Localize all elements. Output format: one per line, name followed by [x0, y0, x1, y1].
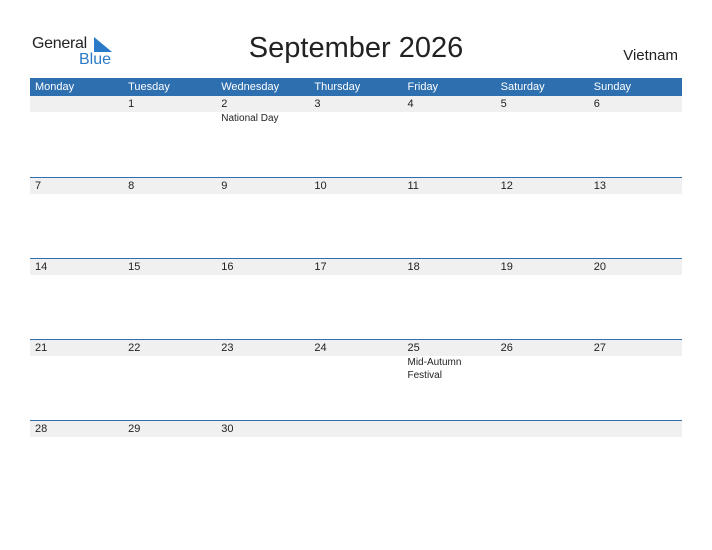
- day-number: 14: [35, 261, 48, 273]
- day-cell: 18: [403, 259, 496, 275]
- day-number: 30: [221, 423, 234, 435]
- day-number: 23: [221, 342, 234, 354]
- day-cell: [403, 421, 496, 437]
- day-cell: 14: [30, 259, 123, 275]
- day-cell: 2 National Day: [216, 96, 309, 125]
- page-title: September 2026: [248, 32, 464, 64]
- day-number: 26: [500, 342, 513, 354]
- day-cell: 15: [123, 259, 216, 275]
- day-number: 27: [593, 342, 606, 354]
- day-number: 12: [500, 180, 513, 192]
- day-number: 21: [35, 342, 48, 354]
- weekday-tuesday: Tuesday: [128, 81, 170, 93]
- day-number: 17: [314, 261, 327, 273]
- day-cell: 11: [403, 178, 496, 194]
- day-cell: 25 Mid-Autumn Festival: [403, 340, 496, 382]
- day-cell: 13: [589, 178, 682, 194]
- day-cell: 12: [496, 178, 589, 194]
- day-cell: 6: [589, 96, 682, 125]
- day-cell: 7: [30, 178, 123, 194]
- day-cell: [589, 421, 682, 437]
- day-cell: 19: [496, 259, 589, 275]
- day-number: 24: [314, 342, 327, 354]
- day-number: 9: [221, 180, 228, 192]
- day-number: 10: [314, 180, 327, 192]
- day-cell: 4: [403, 96, 496, 125]
- day-cell: 30: [216, 421, 309, 437]
- day-number: [408, 421, 496, 437]
- day-number: 20: [593, 261, 606, 273]
- day-cell: 27: [589, 340, 682, 382]
- day-cell: [309, 421, 402, 437]
- day-number: 7: [35, 180, 42, 192]
- day-cell: 28: [30, 421, 123, 437]
- day-cell: 10: [309, 178, 402, 194]
- holiday-label: Mid-Autumn Festival: [407, 357, 462, 381]
- day-number: 13: [593, 180, 606, 192]
- day-cell: 16: [216, 259, 309, 275]
- day-number: 19: [500, 261, 513, 273]
- week-row: 7 8 9 10 11 12 13: [30, 177, 682, 258]
- weekday-friday: Friday: [407, 81, 439, 93]
- weekday-wednesday: Wednesday: [221, 81, 280, 93]
- day-number: 6: [593, 98, 600, 110]
- day-cell: [496, 421, 589, 437]
- day-number: 1: [128, 98, 135, 110]
- day-cell: 23: [216, 340, 309, 382]
- day-number: [594, 421, 682, 437]
- week-row: 1 2 National Day 3 4 5 6: [30, 96, 682, 177]
- day-number: 25: [407, 342, 420, 354]
- day-number: [35, 96, 123, 112]
- day-cell: 21: [30, 340, 123, 382]
- day-number: 2: [221, 98, 228, 110]
- day-number: 29: [128, 423, 141, 435]
- day-number: 11: [407, 180, 419, 192]
- week-row: 14 15 16 17 18 19 20: [30, 258, 682, 339]
- day-cell: 22: [123, 340, 216, 382]
- day-cell: 9: [216, 178, 309, 194]
- day-number: 28: [35, 423, 48, 435]
- weekday-header: Monday Tuesday Wednesday Thursday Friday…: [30, 78, 682, 96]
- day-number: 16: [221, 261, 234, 273]
- day-number: 4: [407, 98, 414, 110]
- calendar-grid: Monday Tuesday Wednesday Thursday Friday…: [30, 78, 682, 501]
- weekday-monday: Monday: [35, 81, 75, 93]
- day-cell: 20: [589, 259, 682, 275]
- day-cell: 26: [496, 340, 589, 382]
- day-cell: 1: [123, 96, 216, 125]
- day-number: 18: [407, 261, 420, 273]
- weekday-saturday: Saturday: [500, 81, 545, 93]
- day-number: 15: [128, 261, 141, 273]
- holiday-label: National Day: [221, 113, 279, 124]
- day-cell: 17: [309, 259, 402, 275]
- day-cell: 29: [123, 421, 216, 437]
- week-row: 28 29 30: [30, 420, 682, 501]
- weekday-thursday: Thursday: [314, 81, 361, 93]
- country-label: Vietnam: [623, 47, 678, 64]
- day-cell: 3: [309, 96, 402, 125]
- day-number: [501, 421, 589, 437]
- day-cell: 5: [496, 96, 589, 125]
- day-number: 5: [500, 98, 507, 110]
- day-number: 22: [128, 342, 141, 354]
- weekday-sunday: Sunday: [593, 81, 632, 93]
- day-cell: [30, 96, 123, 125]
- day-number: 3: [314, 98, 321, 110]
- day-number: [314, 421, 402, 437]
- day-cell: 8: [123, 178, 216, 194]
- day-cell: 24: [309, 340, 402, 382]
- day-number: 8: [128, 180, 135, 192]
- week-row: 21 22 23 24 25 Mid-Autumn Festival 26 27: [30, 339, 682, 420]
